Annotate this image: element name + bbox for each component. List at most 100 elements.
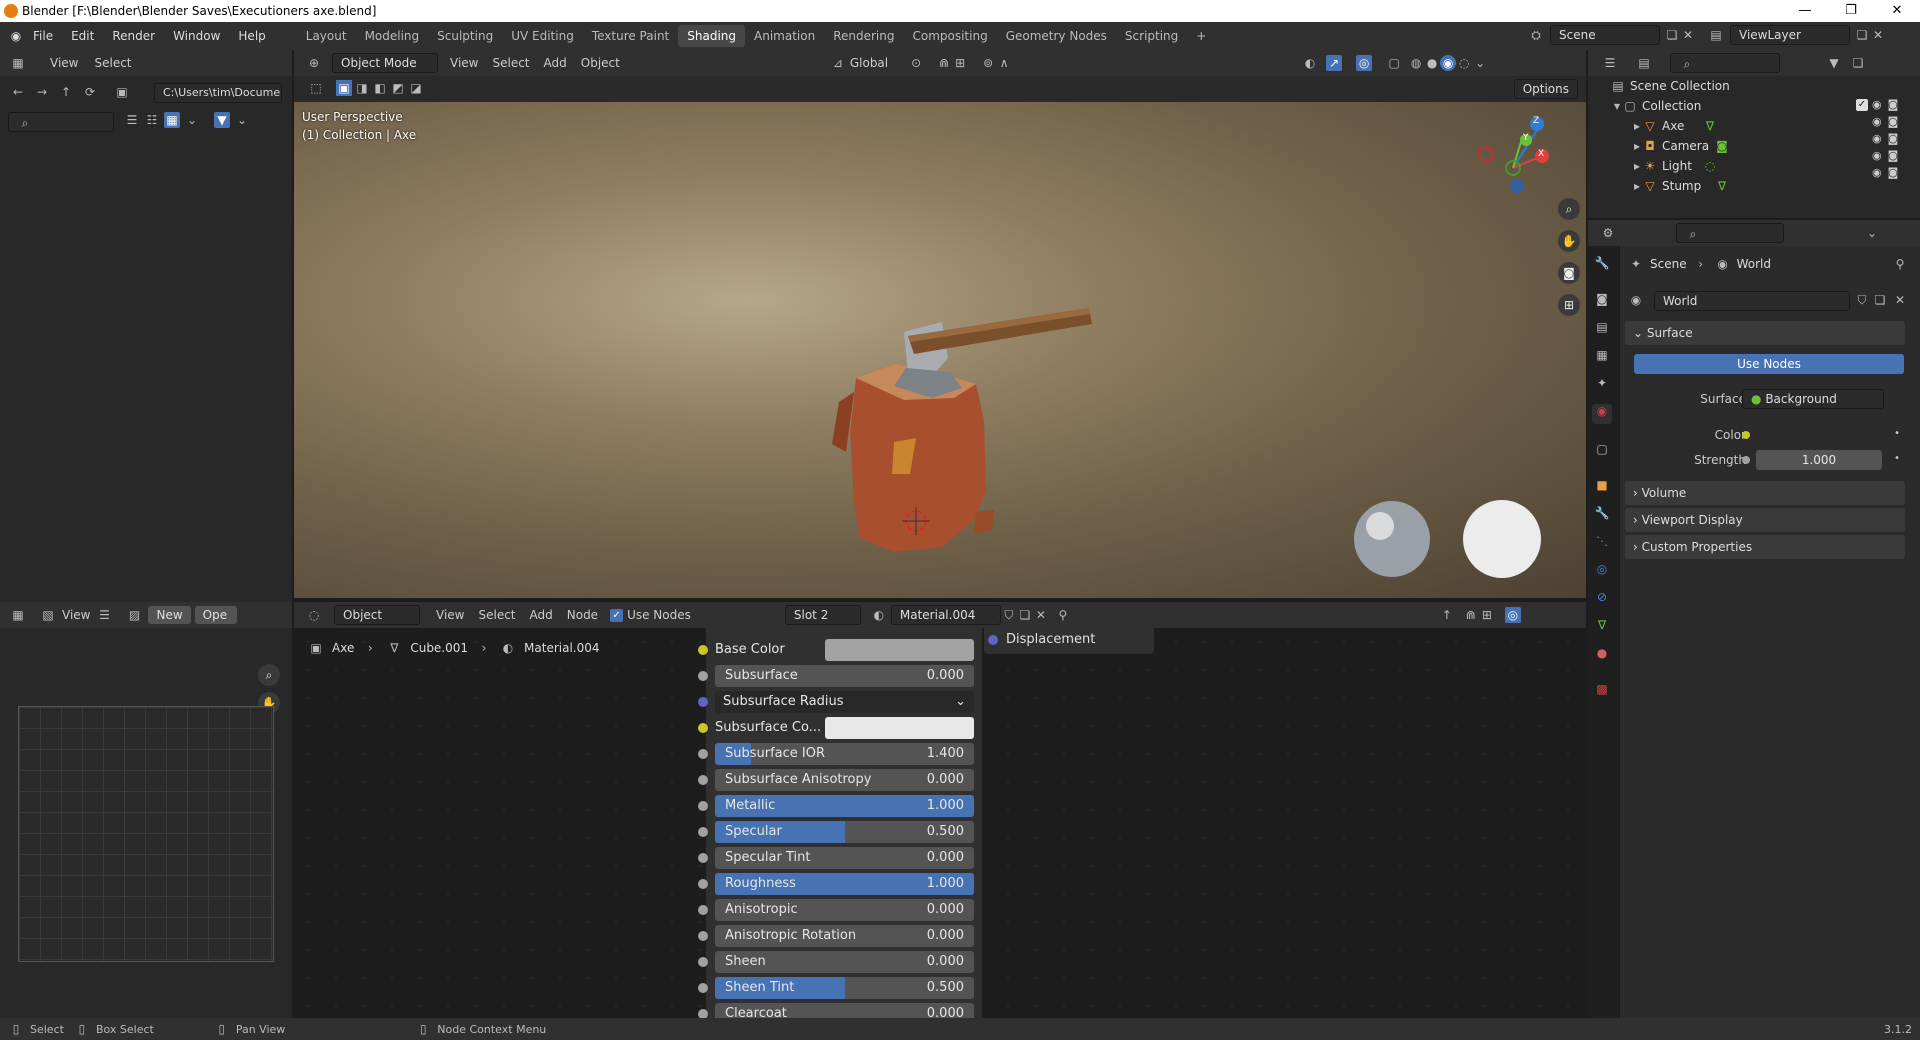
node-view-menu[interactable]: View: [436, 608, 464, 622]
maximize-button[interactable]: ❐: [1828, 0, 1874, 22]
menu-file[interactable]: File: [24, 29, 62, 43]
outliner-item-stump[interactable]: ▸ ▽ Stump ∇: [1632, 176, 1730, 196]
input-socket[interactable]: [698, 827, 708, 837]
tab-texture-paint[interactable]: Texture Paint: [583, 25, 678, 47]
input-socket[interactable]: [698, 723, 708, 733]
view-layer-selector[interactable]: ViewLayer: [1730, 25, 1850, 45]
properties-search-input[interactable]: ⌕: [1676, 223, 1784, 243]
outliner-item-light[interactable]: ▸ ☀ Light ◌: [1632, 156, 1718, 176]
snap-node-icon[interactable]: ⋒: [1463, 607, 1479, 623]
select-intersect-icon[interactable]: ◪: [408, 80, 424, 96]
object-tab-icon[interactable]: ■: [1592, 478, 1612, 498]
file-path-field[interactable]: C:\Users\tim\Docume...: [154, 83, 282, 103]
options-dropdown[interactable]: Options: [1513, 79, 1578, 99]
filter-dropdown-icon[interactable]: ⌄: [234, 112, 250, 128]
visibility-icon[interactable]: ◐: [1302, 55, 1318, 71]
menu-window[interactable]: Window: [164, 29, 229, 43]
thumbnails-icon[interactable]: ▦: [164, 112, 180, 128]
add-workspace-button[interactable]: +: [1187, 25, 1215, 47]
image-editor-canvas[interactable]: ⌕ ✋: [0, 628, 292, 1018]
render-camera-icon[interactable]: ◙: [1888, 115, 1899, 128]
delete-view-layer-icon[interactable]: ✕: [1870, 27, 1886, 43]
select-subtract-icon[interactable]: ◧: [372, 80, 388, 96]
menu-edit[interactable]: Edit: [62, 29, 103, 43]
slider-field[interactable]: Specular Tint 0.000: [715, 847, 974, 869]
minimize-button[interactable]: —: [1782, 0, 1828, 22]
scene-collection-row[interactable]: ▤ Scene Collection: [1610, 76, 1729, 96]
grid-perspective-icon[interactable]: ⊞: [1558, 294, 1580, 316]
tab-animation[interactable]: Animation: [745, 25, 824, 47]
particles-tab-icon[interactable]: ⋱: [1592, 534, 1612, 554]
pivot-point-icon[interactable]: ⊙: [908, 55, 924, 71]
keyframe-dot-icon[interactable]: •: [1894, 428, 1900, 439]
expand-arrow-icon[interactable]: ▾: [1612, 98, 1622, 114]
menu-help[interactable]: Help: [229, 29, 274, 43]
list-horizontal-icon[interactable]: ☷: [144, 112, 160, 128]
scene-icon[interactable]: ⛭: [1528, 27, 1544, 43]
shader-type-dropdown[interactable]: Object: [334, 605, 420, 625]
menu-render[interactable]: Render: [103, 29, 164, 43]
collection-checkbox[interactable]: ✓: [1856, 99, 1868, 111]
physics-tab-icon[interactable]: ◎: [1592, 562, 1612, 582]
refresh-icon[interactable]: ⟳: [82, 84, 98, 100]
material-preview-icon[interactable]: ◉: [1440, 55, 1457, 71]
data-tab-icon[interactable]: ∇: [1592, 618, 1612, 638]
render-camera-icon[interactable]: ◙: [1888, 166, 1899, 179]
new-image-button[interactable]: New: [148, 606, 191, 624]
outliner-item-camera[interactable]: ▸ ◘ Camera ◙: [1632, 136, 1730, 156]
tab-uv-editing[interactable]: UV Editing: [502, 25, 583, 47]
view-layer-tab-icon[interactable]: ▦: [1592, 348, 1612, 368]
expand-arrow-icon[interactable]: ▸: [1632, 138, 1642, 154]
material-browse-icon[interactable]: ◐: [871, 607, 887, 623]
file-select-menu[interactable]: Select: [94, 56, 131, 70]
xray-icon[interactable]: ▢: [1386, 55, 1402, 71]
open-image-button[interactable]: Ope: [194, 606, 237, 624]
material-slot-dropdown[interactable]: Slot 2: [784, 605, 861, 625]
constraints-tab-icon[interactable]: ⊘: [1592, 590, 1612, 610]
mesh-data-icon[interactable]: ∇: [1702, 118, 1718, 134]
tab-modeling[interactable]: Modeling: [356, 25, 429, 47]
viewport-view-menu[interactable]: View: [450, 56, 478, 70]
snap-icon[interactable]: ⋒: [936, 55, 952, 71]
world-fake-user-icon[interactable]: ⛉: [1854, 292, 1870, 308]
node-add-menu[interactable]: Add: [530, 608, 553, 622]
viewport-display-panel-header[interactable]: › Viewport Display: [1625, 508, 1905, 532]
slider-field[interactable]: Sheen 0.000: [715, 951, 974, 973]
parent-dir-icon[interactable]: ↑: [58, 84, 74, 100]
modifier-tab-icon[interactable]: 🔧: [1592, 506, 1612, 526]
scene-selector[interactable]: Scene: [1550, 25, 1660, 45]
tab-layout[interactable]: Layout: [297, 25, 356, 47]
select-extend-icon[interactable]: ◨: [354, 80, 370, 96]
expand-arrow-icon[interactable]: ▸: [1632, 118, 1642, 134]
node-node-menu[interactable]: Node: [567, 608, 598, 622]
tab-compositing[interactable]: Compositing: [903, 25, 996, 47]
eye-icon[interactable]: ◉: [1872, 132, 1882, 145]
snap-node-mode-icon[interactable]: ⊞: [1479, 607, 1495, 623]
color-input-row[interactable]: Base Color: [715, 639, 974, 661]
proportional-edit-icon[interactable]: ⊚: [980, 55, 996, 71]
input-socket[interactable]: [698, 775, 708, 785]
render-camera-icon[interactable]: ◙: [1888, 132, 1899, 145]
close-button[interactable]: ✕: [1874, 0, 1920, 22]
new-folder-icon[interactable]: ▣: [114, 84, 130, 100]
display-dropdown-icon[interactable]: ⌄: [184, 112, 200, 128]
input-socket[interactable]: [698, 983, 708, 993]
transform-orientation-dropdown[interactable]: Global: [850, 56, 888, 70]
slider-field[interactable]: Subsurface Anisotropy 0.000: [715, 769, 974, 791]
fake-user-icon[interactable]: ⛉: [1001, 607, 1017, 623]
custom-properties-panel-header[interactable]: › Custom Properties: [1625, 535, 1905, 559]
filter-icon[interactable]: ▼: [214, 112, 230, 128]
input-socket[interactable]: [698, 697, 708, 707]
delete-scene-icon[interactable]: ✕: [1680, 27, 1696, 43]
input-socket[interactable]: [698, 749, 708, 759]
slider-field[interactable]: Anisotropic 0.000: [715, 899, 974, 921]
scene-tab-icon[interactable]: ✦: [1592, 376, 1612, 396]
subsurface-radius-dropdown[interactable]: Subsurface Radius ⌄: [715, 691, 974, 713]
input-socket[interactable]: [698, 957, 708, 967]
mesh-data-icon[interactable]: ∇: [1714, 178, 1730, 194]
file-search-input[interactable]: ⌕: [8, 112, 114, 132]
displacement-socket[interactable]: [988, 635, 998, 645]
shading-options-icon[interactable]: ⌄: [1472, 55, 1488, 71]
node-overlays-icon[interactable]: ◎: [1504, 607, 1521, 623]
gizmos-icon[interactable]: ↗: [1326, 55, 1343, 71]
